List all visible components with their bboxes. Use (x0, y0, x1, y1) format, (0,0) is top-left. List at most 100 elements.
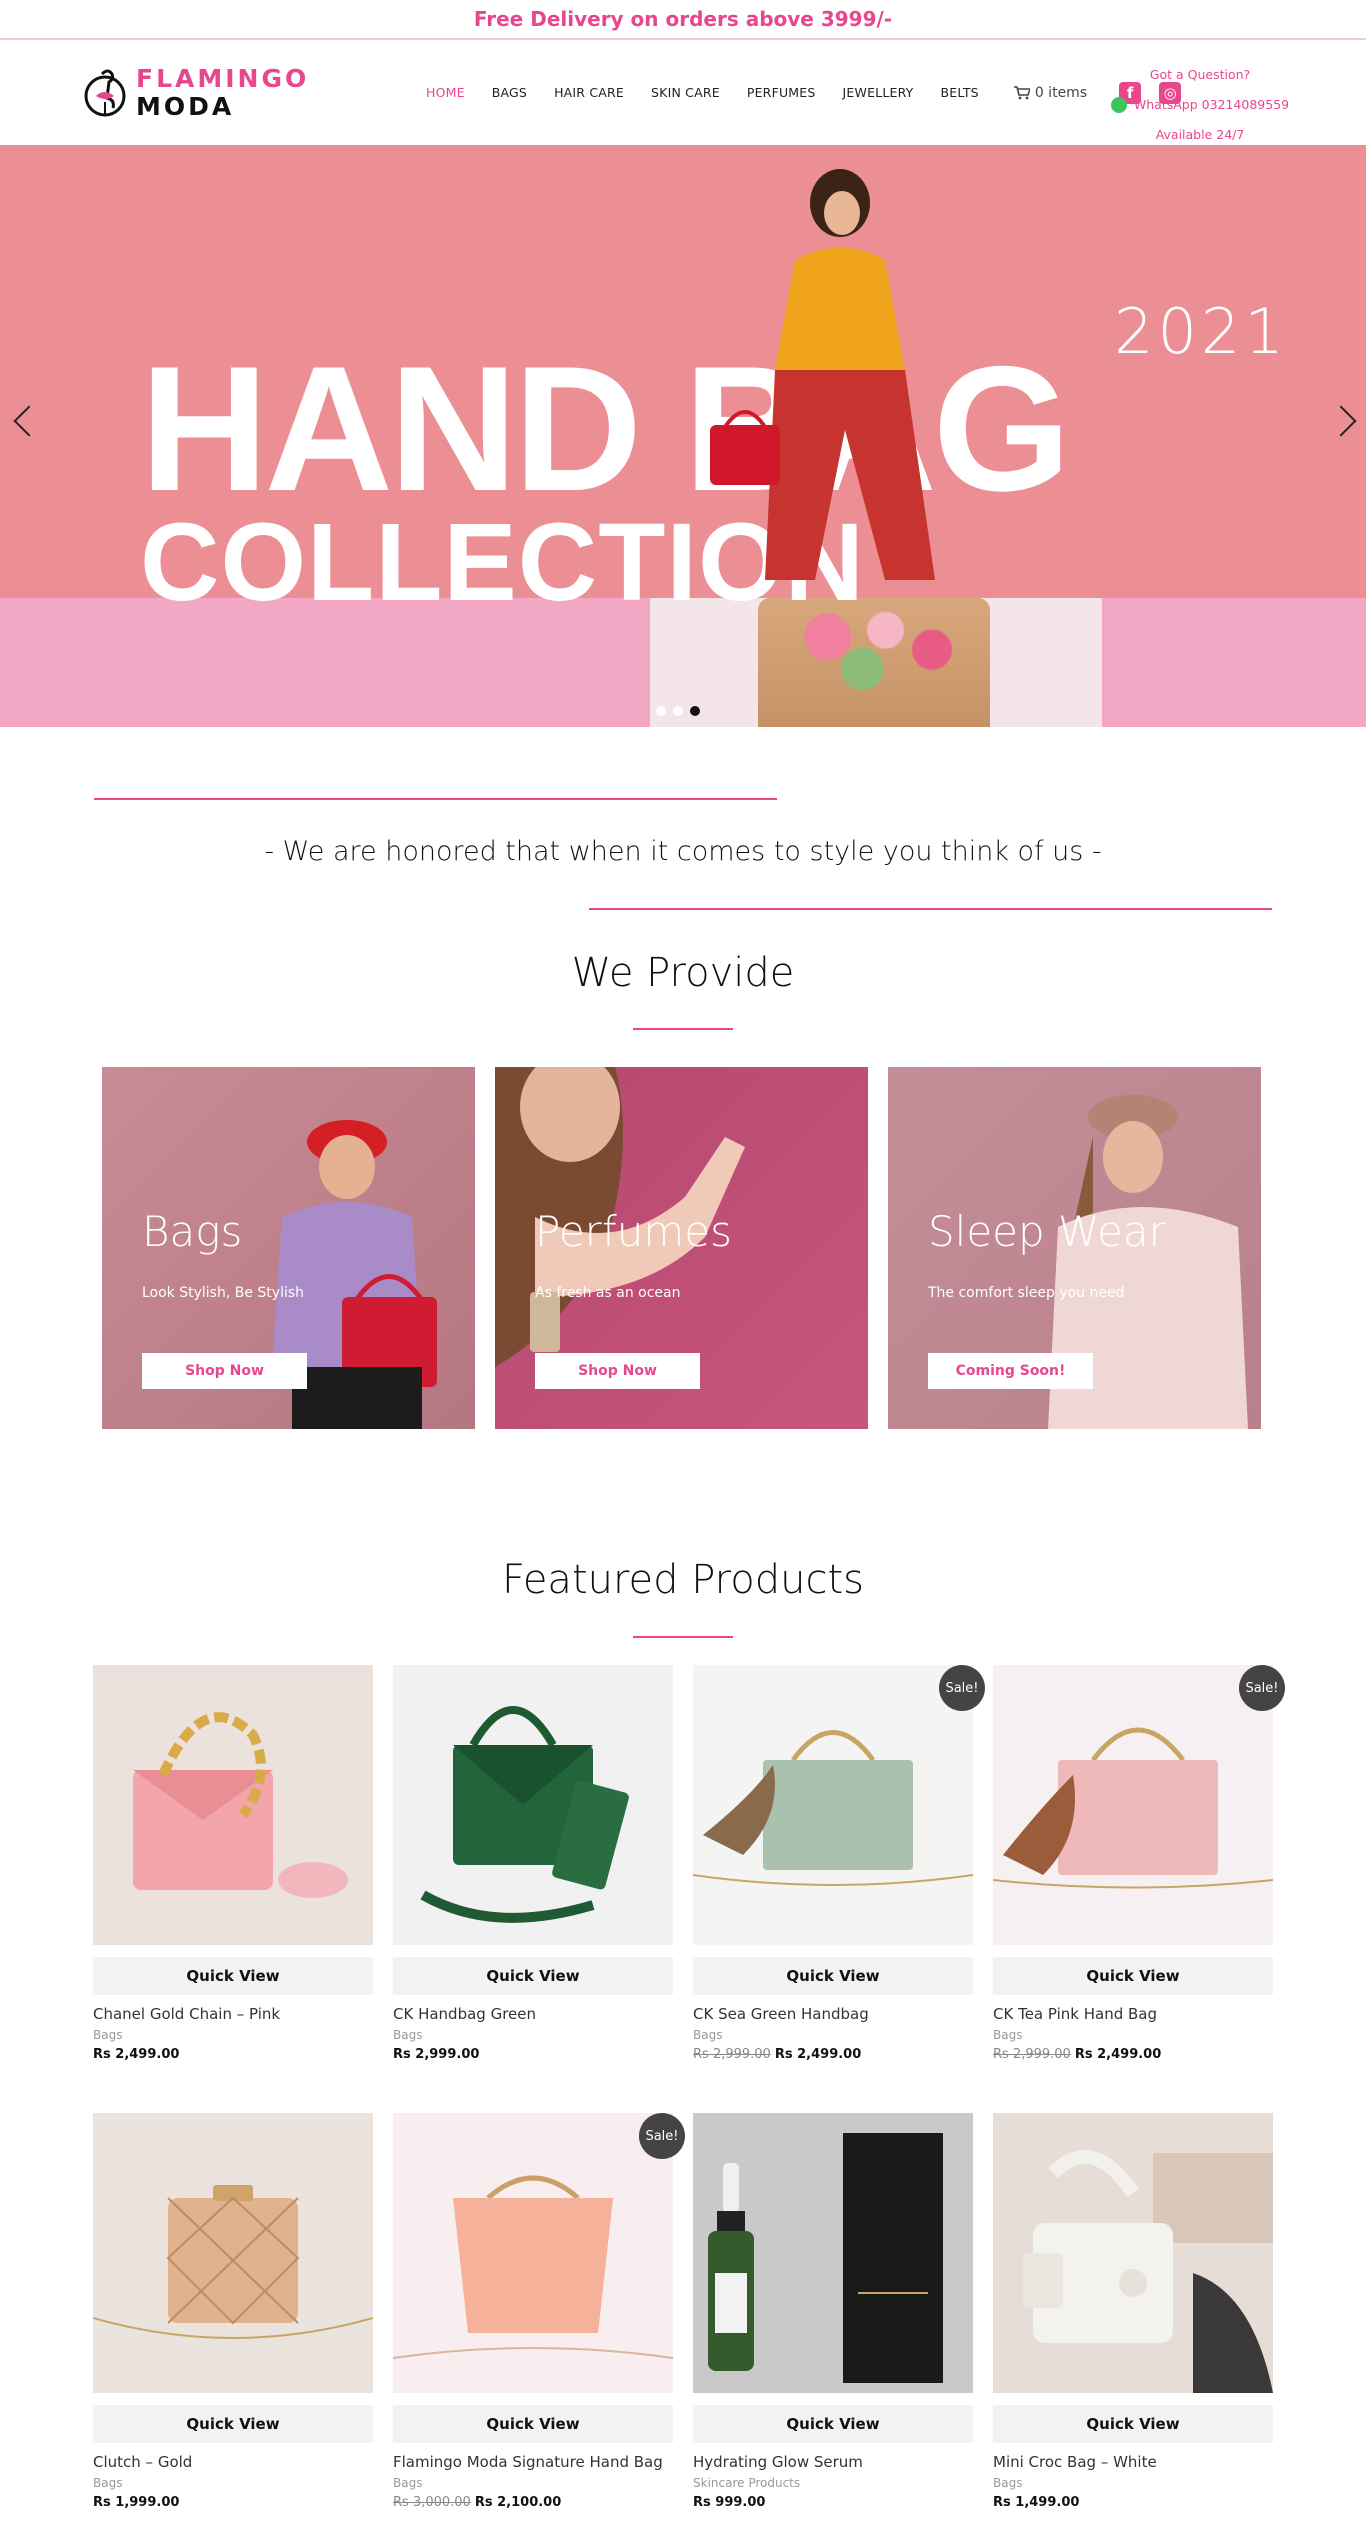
green-handbag-image (420, 1706, 629, 1923)
product-name[interactable]: Chanel Gold Chain – Pink (93, 2005, 373, 2023)
product-name[interactable]: CK Sea Green Handbag (693, 2005, 973, 2023)
white-croc-bag-image (1023, 2150, 1273, 2393)
pink-chain-bag-image (133, 1712, 348, 1898)
product-price: Rs 1,999.00 (93, 2495, 180, 2510)
category-title: Perfumes (535, 1207, 732, 1256)
hero-next-arrow[interactable] (1325, 405, 1357, 437)
category-card-bags[interactable]: Bags Look Stylish, Be Stylish Shop Now (102, 1067, 475, 1429)
whatsapp-link[interactable]: WhatsApp 03214089559 (1105, 90, 1295, 120)
hero-slider: 2021 HAND BAG COLLECTION (0, 145, 1366, 727)
product-category: Bags (993, 2028, 1023, 2042)
product-card[interactable]: Quick View Clutch – Gold Bags Rs 1,999.0… (93, 2113, 373, 2510)
category-title: Sleep Wear (928, 1207, 1166, 1256)
product-name[interactable]: Mini Croc Bag – White (993, 2453, 1273, 2471)
nav-belts[interactable]: BELTS (941, 85, 979, 100)
brand-name-line1: FLAMINGO (136, 64, 310, 93)
product-name[interactable]: CK Tea Pink Hand Bag (993, 2005, 1273, 2023)
contact-question: Got a Question? (1149, 67, 1251, 82)
category-card-sleep-wear[interactable]: Sleep Wear The comfort sleep you need Co… (888, 1067, 1261, 1429)
shop-now-button[interactable]: Shop Now (535, 1353, 700, 1389)
product-price: Rs 2,499.00 (93, 2047, 180, 2062)
shop-now-button[interactable]: Shop Now (142, 1353, 307, 1389)
nav-skin-care[interactable]: SKIN CARE (651, 85, 720, 100)
quick-view-button[interactable]: Quick View (393, 2405, 673, 2443)
quick-view-button[interactable]: Quick View (93, 2405, 373, 2443)
hero-prev-arrow[interactable] (13, 405, 45, 437)
we-provide-title: We Provide (571, 950, 795, 996)
whatsapp-icon (1110, 97, 1127, 113)
product-image[interactable] (693, 1665, 973, 1945)
category-card-perfumes[interactable]: Perfumes As fresh as an ocean Shop Now (495, 1067, 868, 1429)
slider-dot-3[interactable] (690, 706, 700, 716)
nav-jewellery[interactable]: JEWELLERY (843, 85, 914, 100)
main-nav: HOME BAGS HAIR CARE SKIN CARE PERFUMES J… (426, 85, 1006, 100)
product-price: Rs 1,499.00 (993, 2495, 1080, 2510)
product-image[interactable] (393, 2113, 673, 2393)
cart-count: 0 items (1034, 84, 1088, 101)
sale-badge: Sale! (639, 2113, 685, 2159)
product-name[interactable]: CK Handbag Green (393, 2005, 673, 2023)
quick-view-button[interactable]: Quick View (993, 2405, 1273, 2443)
category-title: Bags (142, 1207, 243, 1256)
product-image[interactable] (993, 2113, 1273, 2393)
slider-dots (656, 706, 707, 716)
category-subtitle: The comfort sleep you need (928, 1285, 1125, 1301)
quick-view-button[interactable]: Quick View (693, 2405, 973, 2443)
featured-products-title: Featured Products (502, 1557, 864, 1603)
products-grid: Quick View Chanel Gold Chain – Pink Bags… (93, 1665, 1285, 2062)
contact-info: Got a Question? WhatsApp 03214089559 Ava… (1105, 60, 1295, 150)
product-card[interactable]: Quick View CK Handbag Green Bags Rs 2,99… (393, 1665, 673, 2062)
sale-badge: Sale! (939, 1665, 985, 1711)
product-name[interactable]: Flamingo Moda Signature Hand Bag (393, 2453, 673, 2471)
cart-link[interactable]: 0 items (1013, 84, 1088, 101)
product-price: Rs 3,000.00 Rs 2,100.00 (393, 2495, 562, 2510)
product-card[interactable]: Quick View Hydrating Glow Serum Skincare… (693, 2113, 973, 2510)
free-delivery-bar: Free Delivery on orders above 3999/- (0, 0, 1366, 40)
coming-soon-button[interactable]: Coming Soon! (928, 1353, 1093, 1389)
product-category: Bags (93, 2028, 123, 2042)
product-image[interactable] (393, 1665, 673, 1945)
product-category: Bags (393, 2476, 423, 2490)
nav-bags[interactable]: BAGS (492, 85, 527, 100)
signature-handbag-image (393, 2175, 673, 2359)
tea-pink-handbag-image (993, 1727, 1273, 1889)
quick-view-button[interactable]: Quick View (393, 1957, 673, 1995)
hero-model-image (710, 169, 935, 580)
product-category: Bags (93, 2476, 123, 2490)
product-card[interactable]: Sale! Quick View Flamingo Moda Signature… (393, 2113, 685, 2510)
product-card[interactable]: Sale! Quick View CK Tea Pink Hand Bag Ba… (993, 1665, 1285, 2062)
product-image[interactable] (93, 2113, 373, 2393)
quick-view-button[interactable]: Quick View (693, 1957, 973, 1995)
product-image[interactable] (993, 1665, 1273, 1945)
product-name[interactable]: Clutch – Gold (93, 2453, 373, 2471)
product-name[interactable]: Hydrating Glow Serum (693, 2453, 973, 2471)
product-price: Rs 2,999.00 Rs 2,499.00 (993, 2047, 1162, 2062)
sale-badge: Sale! (1239, 1665, 1285, 1711)
product-category: Skincare Products (693, 2476, 801, 2490)
product-card[interactable]: Sale! Quick View CK Sea Green Handbag Ba… (693, 1665, 985, 2062)
quick-view-button[interactable]: Quick View (993, 1957, 1273, 1995)
slider-dot-1[interactable] (656, 706, 666, 716)
product-category: Bags (993, 2476, 1023, 2490)
product-card[interactable]: Quick View Chanel Gold Chain – Pink Bags… (93, 1665, 373, 2062)
gold-clutch-image (93, 2185, 373, 2339)
slider-dot-2[interactable] (673, 706, 683, 716)
brand-name-line2: MODA (136, 92, 235, 121)
product-image[interactable] (93, 1665, 373, 1945)
divider-line (589, 908, 1272, 910)
nav-hair-care[interactable]: HAIR CARE (554, 85, 624, 100)
category-cards: Bags Look Stylish, Be Stylish Shop Now P… (102, 1067, 1281, 1429)
title-underline (633, 1636, 733, 1638)
products-grid-row-2: Quick View Clutch – Gold Bags Rs 1,999.0… (93, 2113, 1273, 2510)
serum-bottle-image (708, 2133, 943, 2383)
brand-logo[interactable]: FLAMINGO MODA (82, 66, 347, 120)
free-delivery-text: Free Delivery on orders above 3999/- (473, 7, 893, 31)
quick-view-button[interactable]: Quick View (93, 1957, 373, 1995)
product-image[interactable] (693, 2113, 973, 2393)
title-underline (633, 1028, 733, 1030)
nav-home[interactable]: HOME (426, 85, 465, 100)
product-card[interactable]: Quick View Mini Croc Bag – White Bags Rs… (993, 2113, 1273, 2510)
category-subtitle: As fresh as an ocean (535, 1285, 681, 1301)
nav-perfumes[interactable]: PERFUMES (747, 85, 816, 100)
sea-green-handbag-image (693, 1730, 973, 1886)
